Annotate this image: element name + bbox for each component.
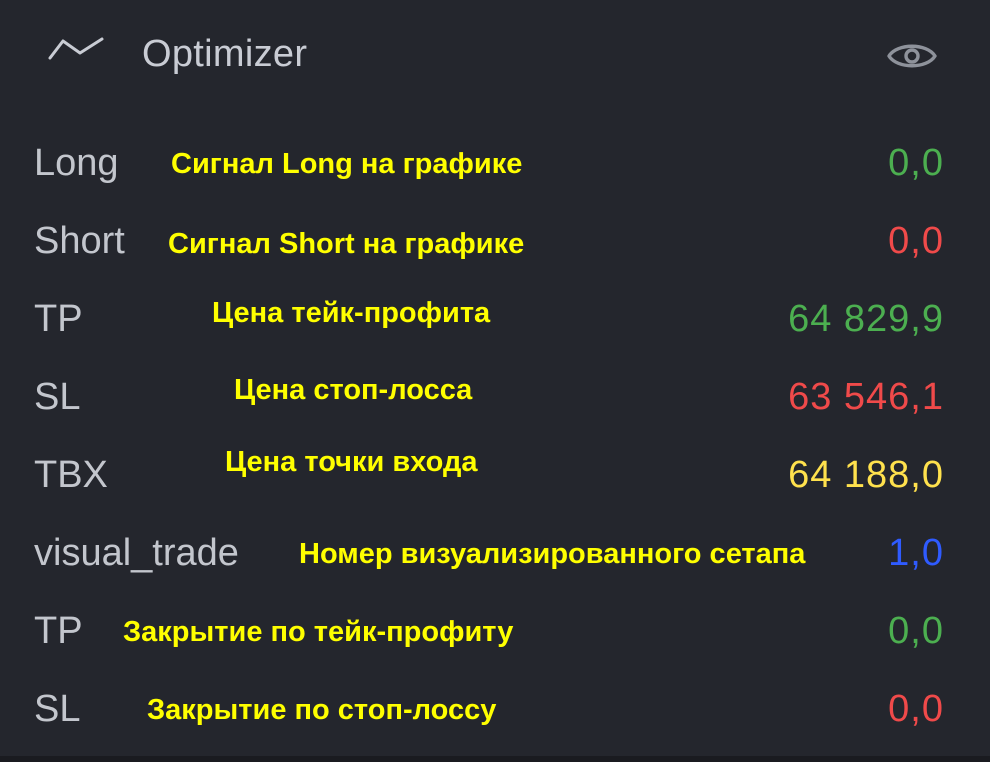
row-label: TBX: [34, 454, 108, 496]
optimizer-panel: Optimizer Long Сигнал Long на графике 0,…: [0, 0, 990, 762]
indicator-row-tbx: TBX Цена точки входа 64 188,0: [0, 445, 990, 505]
row-value: 0,0: [888, 220, 944, 262]
indicator-row-visual-trade: visual_trade Номер визуализированного се…: [0, 523, 990, 583]
indicator-row-sl: SL Цена стоп-лосса 63 546,1: [0, 367, 990, 427]
indicator-row-tp-close: TP Закрытие по тейк-профиту 0,0: [0, 601, 990, 661]
row-annotation: Цена стоп-лосса: [234, 374, 473, 406]
indicator-row-short: Short Сигнал Short на графике 0,0: [0, 211, 990, 271]
panel-title: Optimizer: [142, 33, 308, 75]
row-value: 0,0: [888, 142, 944, 184]
row-value: 64 188,0: [788, 454, 944, 496]
eye-icon[interactable]: [885, 36, 939, 76]
row-annotation: Цена точки входа: [225, 446, 478, 478]
row-label: TP: [34, 298, 83, 340]
row-value: 1,0: [888, 532, 944, 574]
row-annotation: Закрытие по стоп-лоссу: [147, 694, 497, 726]
row-annotation: Номер визуализированного сетапа: [299, 538, 806, 570]
row-label: Long: [34, 142, 119, 184]
row-value: 63 546,1: [788, 376, 944, 418]
row-label: Short: [34, 220, 125, 262]
row-label: visual_trade: [34, 532, 239, 574]
row-value: 0,0: [888, 688, 944, 730]
row-label: SL: [34, 688, 81, 730]
row-label: SL: [34, 376, 81, 418]
row-annotation: Закрытие по тейк-профиту: [123, 616, 514, 648]
row-annotation: Сигнал Short на графике: [168, 228, 525, 260]
indicator-row-long: Long Сигнал Long на графике 0,0: [0, 133, 990, 193]
row-label: TP: [34, 610, 83, 652]
line-chart-icon: [48, 37, 104, 60]
row-value: 64 829,9: [788, 298, 944, 340]
indicator-row-tp: TP Цена тейк-профита 64 829,9: [0, 289, 990, 349]
indicator-row-sl-close: SL Закрытие по стоп-лоссу 0,0: [0, 679, 990, 739]
row-value: 0,0: [888, 610, 944, 652]
row-annotation: Цена тейк-профита: [212, 297, 491, 329]
row-annotation: Сигнал Long на графике: [171, 148, 523, 180]
panel-bottom-divider: [0, 756, 990, 762]
